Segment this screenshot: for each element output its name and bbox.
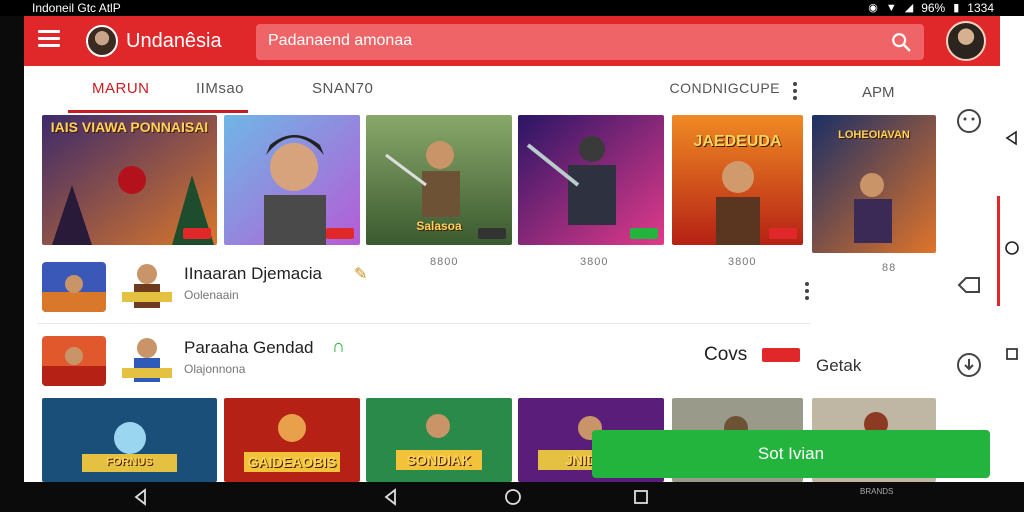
app-bar: Undanêsia Padanaend amonaa [24, 16, 1000, 66]
card-title: IAIS VIAWA PONNAISAI [50, 119, 209, 135]
headset-icon: ∩ [332, 336, 345, 356]
featured-card[interactable] [518, 115, 664, 245]
battery-level: 96% [921, 1, 946, 15]
search-icon[interactable] [890, 31, 912, 53]
overflow-menu-icon[interactable] [804, 282, 810, 303]
recents-icon[interactable] [632, 488, 650, 506]
overlay-label: APM [862, 84, 895, 101]
emoji-icon[interactable] [956, 108, 982, 134]
search-input[interactable]: Padanaend amonaa [256, 24, 924, 60]
back-icon[interactable] [1004, 130, 1020, 146]
primary-cta-button[interactable]: Sot Ivian [592, 430, 990, 478]
card-badge [326, 228, 354, 239]
list-item-character [118, 330, 176, 384]
card-badge [769, 228, 797, 239]
game-card[interactable]: SONDIAK [366, 398, 512, 482]
overflow-menu-icon[interactable] [792, 82, 798, 103]
tab-marun[interactable]: MARUN [92, 80, 150, 97]
status-bar: Indoneil Gtc AtlP ◉ ▼ ◢ 96% ▮ 1334 [0, 0, 1024, 16]
nav-brand: BRANDS [860, 487, 894, 496]
device-gutter [1000, 16, 1024, 482]
download-count: 88 [882, 262, 897, 274]
home-icon[interactable] [1004, 240, 1020, 256]
card-title: FORNUS [106, 456, 153, 468]
recents-icon[interactable] [1004, 346, 1020, 362]
card-title: JAEDEUDA [693, 133, 782, 150]
game-card[interactable]: GAIDEAOBIS [224, 398, 360, 482]
back-icon[interactable] [132, 488, 150, 506]
tab-snan[interactable]: SNAN70 [312, 80, 373, 97]
overlay-label: Getak [816, 356, 862, 375]
status-text: Indoneil Gtc AtlP [32, 1, 121, 15]
status-badge [762, 348, 800, 362]
signal-icon: ◢ [904, 2, 914, 14]
clock: 1334 [967, 1, 994, 15]
battery-icon: ▮ [953, 2, 960, 14]
list-item-value: Covs [704, 344, 748, 365]
card-badge [183, 228, 211, 239]
list-item-thumb [42, 262, 106, 312]
featured-card[interactable]: Salasoa [366, 115, 512, 245]
search-text: Padanaend amonaa [268, 32, 413, 49]
game-card[interactable]: FORNUS [42, 398, 217, 482]
wifi-icon: ▼ [885, 2, 897, 14]
app-window: Undanêsia Padanaend amonaa MARUN IIMsao … [24, 16, 1000, 482]
card-title: SONDIAK [406, 452, 472, 468]
side-rail [936, 66, 1000, 482]
list-item-thumb [42, 336, 106, 386]
tab-bar: MARUN IIMsao SNAN70 CONDNIGCUPE [68, 76, 816, 114]
list-item[interactable]: IInaaran Djemacia ✎ Oolenaain [38, 256, 810, 312]
featured-card[interactable]: JAEDEUDA [672, 115, 803, 245]
tab-iimsao[interactable]: IIMsao [196, 80, 244, 97]
list-item-title: IInaaran Djemacia [184, 264, 322, 283]
divider [38, 323, 810, 324]
location-icon: ◉ [868, 2, 878, 14]
navigation-bar: BRANDS [0, 482, 1024, 512]
list-item-subtitle: Oolenaain [184, 288, 239, 302]
profile-avatar[interactable] [946, 21, 986, 61]
pencil-icon: ✎ [354, 266, 368, 283]
card-badge [478, 228, 506, 239]
section-more-label[interactable]: CONDNIGCUPE [669, 80, 780, 96]
tab-indicator [68, 110, 248, 113]
list-item-title: Paraaha Gendad [184, 338, 314, 357]
back-icon[interactable] [382, 488, 400, 506]
featured-card[interactable]: IAIS VIAWA PONNAISAI [42, 115, 217, 245]
list-item-subtitle: Olajonnona [184, 362, 246, 376]
app-logo-avatar [86, 25, 118, 57]
card-title: GAIDEAOBIS [247, 454, 337, 470]
card-badge [630, 228, 658, 239]
featured-card[interactable] [224, 115, 360, 245]
label-icon[interactable] [956, 272, 982, 298]
menu-icon[interactable] [38, 30, 60, 52]
list-item-character [118, 256, 176, 310]
home-icon[interactable] [504, 488, 522, 506]
app-title: Undanêsia [126, 30, 222, 52]
download-icon[interactable] [956, 352, 982, 378]
list-item[interactable]: Paraaha Gendad ∩ Olajonnona Covs [38, 330, 810, 386]
